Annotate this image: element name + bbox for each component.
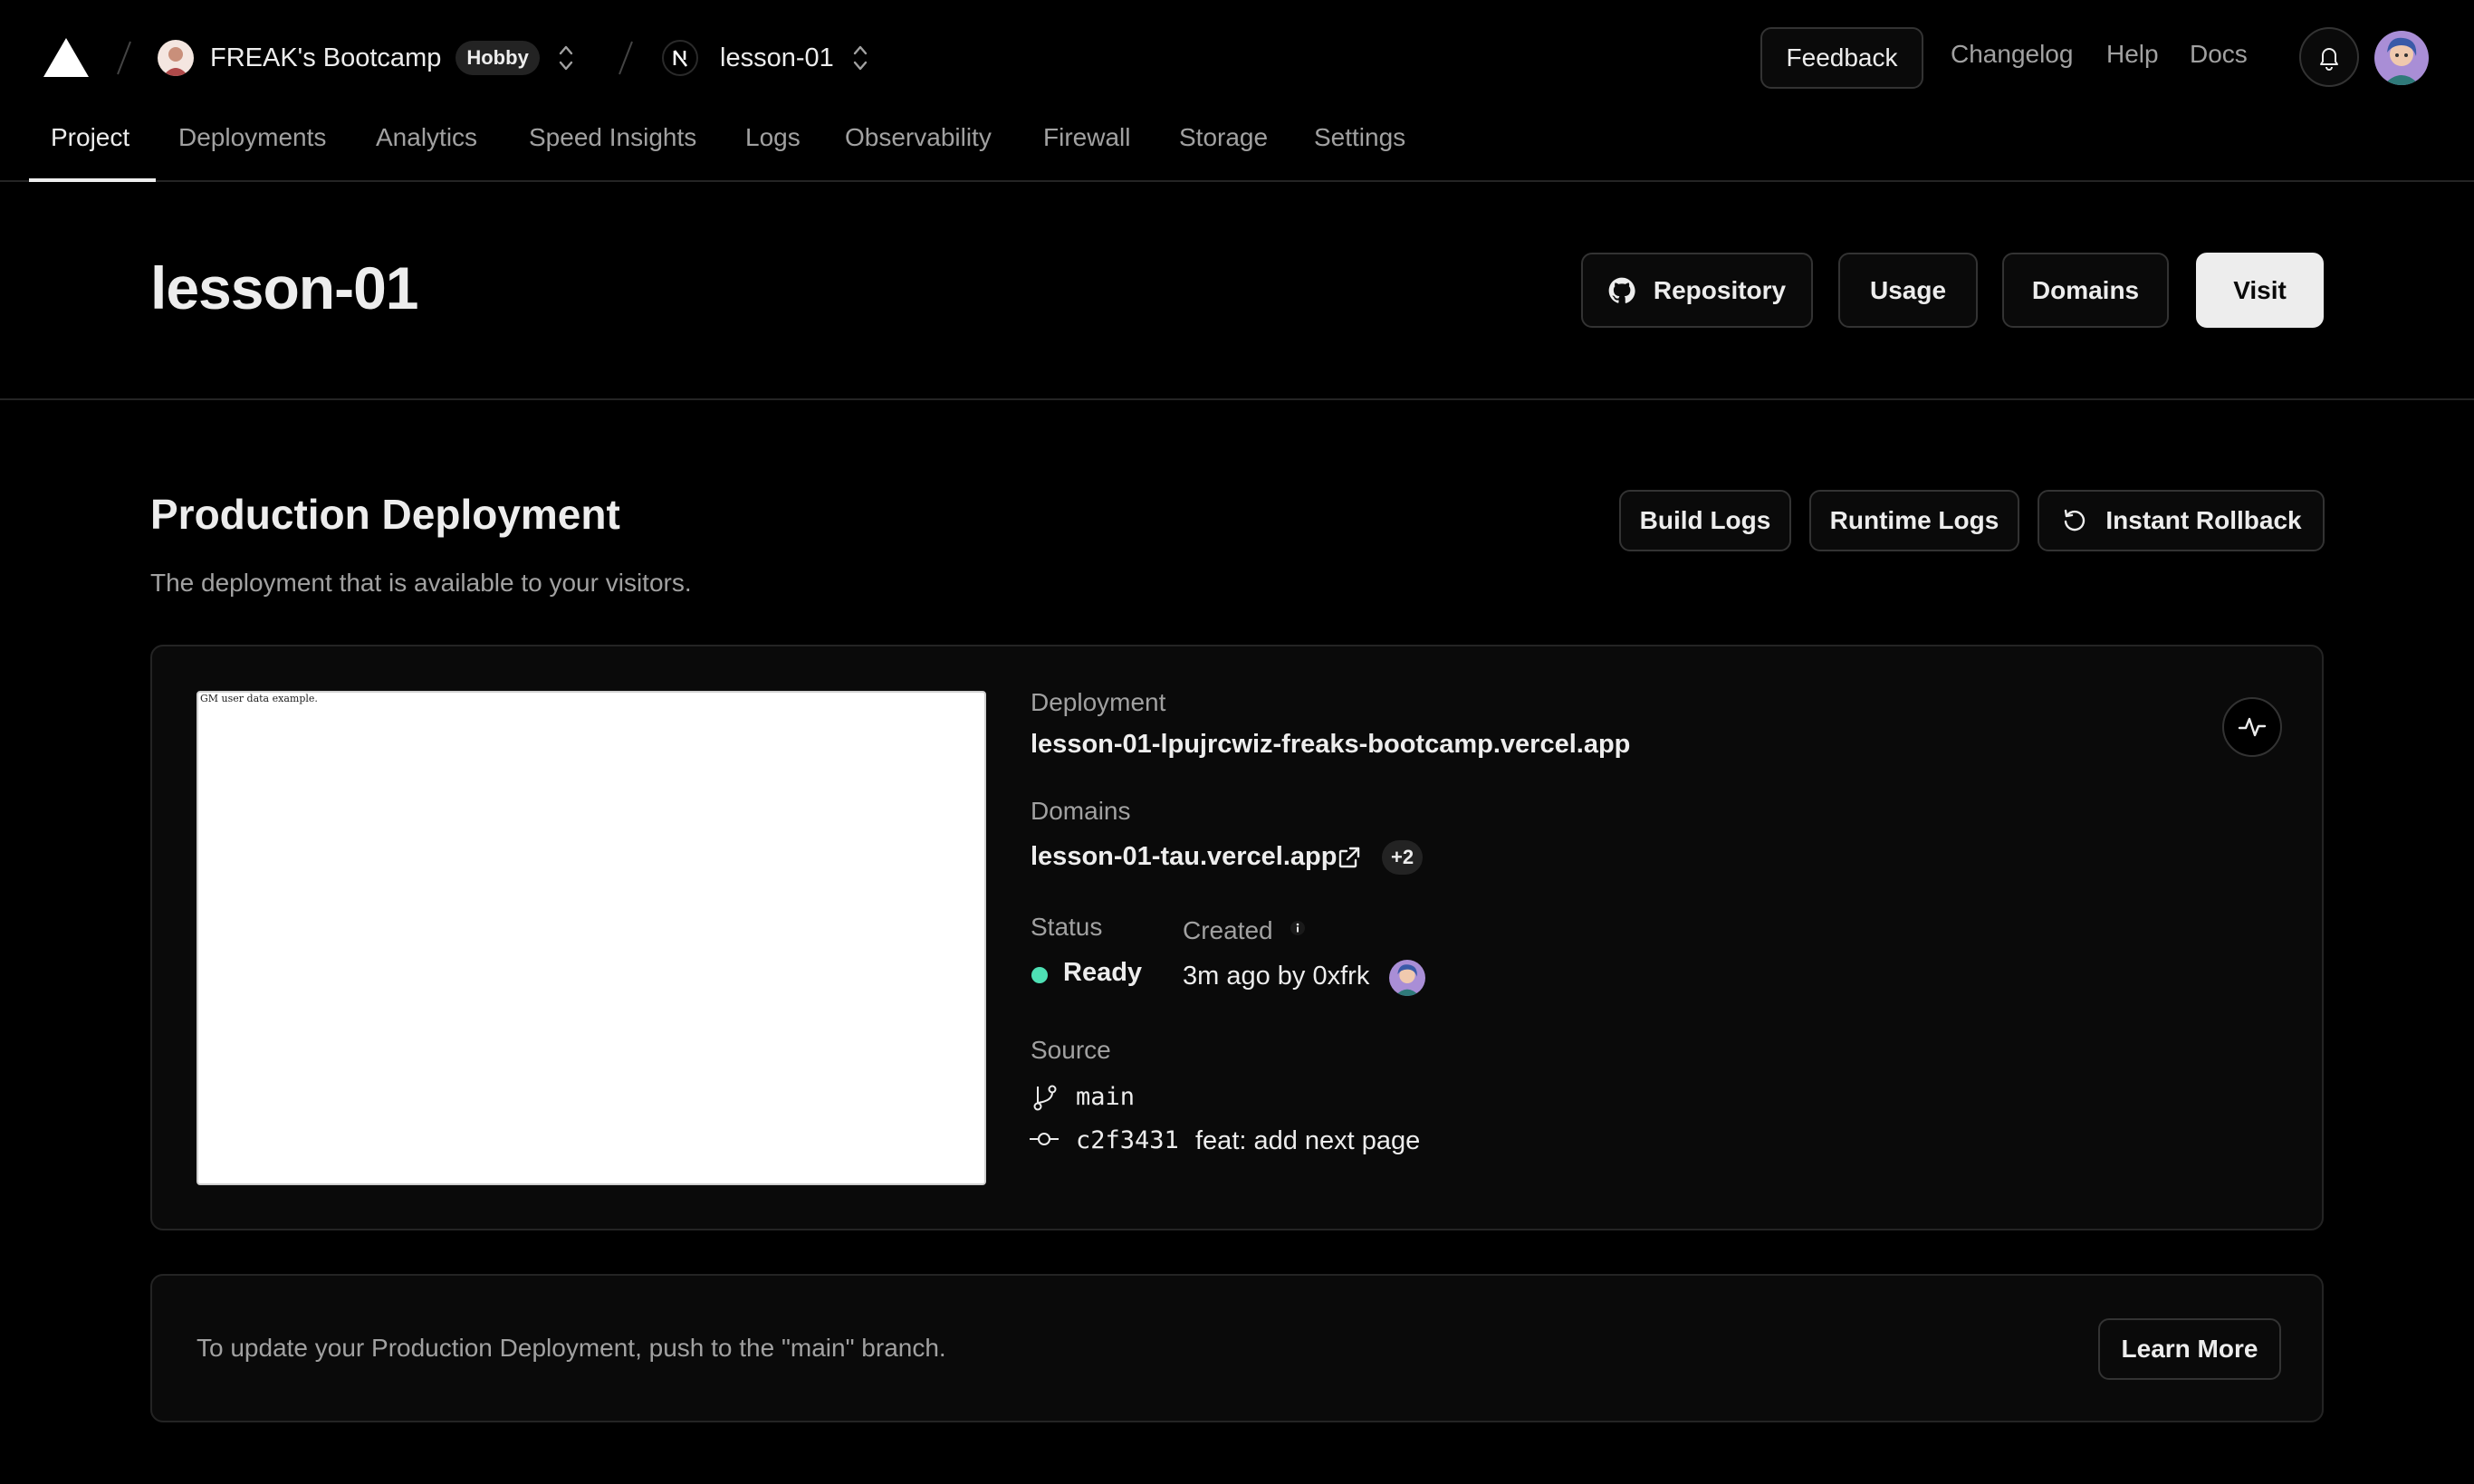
tab-deployments[interactable]: Deployments [178,123,326,152]
domains-label: Domains [1031,797,1131,825]
team-name: FREAK's Bootcamp [210,43,442,72]
chevron-up-down-icon[interactable] [556,43,576,73]
page-title: lesson-01 [150,254,418,321]
top-navigation-bar: FREAK's Bootcamp Hobby lesson-01 Feedbac… [0,0,2474,114]
created-value: 3m ago by 0xfrk [1183,962,1370,991]
repository-button[interactable]: Repository [1581,253,1813,328]
bell-icon [2320,48,2338,71]
active-tab-indicator [29,178,156,182]
tab-analytics[interactable]: Analytics [376,123,477,152]
info-icon[interactable] [1290,920,1306,936]
project-name: lesson-01 [720,43,834,72]
docs-link[interactable]: Docs [2190,40,2248,69]
instant-rollback-button[interactable]: Instant Rollback [2038,490,2325,551]
deployment-preview[interactable]: GM user data example. [197,691,986,1185]
activity-pulse-icon [2238,717,2267,737]
runtime-logs-button[interactable]: Runtime Logs [1809,490,2019,551]
user-avatar[interactable] [2374,31,2429,85]
project-tabs: Project Deployments Analytics Speed Insi… [0,114,2474,182]
tab-speed-insights[interactable]: Speed Insights [529,123,696,152]
build-logs-button[interactable]: Build Logs [1619,490,1791,551]
breadcrumb-separator-icon [618,41,633,75]
vercel-logo-icon[interactable] [43,38,89,77]
tab-storage[interactable]: Storage [1179,123,1268,152]
tab-logs[interactable]: Logs [745,123,801,152]
created-label: Created [1183,916,1273,944]
git-branch-icon [1033,1085,1057,1111]
deployment-label: Deployment [1031,688,1166,716]
rollback-icon [2065,509,2086,531]
git-commit-icon [1030,1133,1059,1145]
external-link-icon[interactable] [1336,844,1363,871]
section-subtitle: The deployment that is available to your… [150,569,692,597]
domain-link[interactable]: lesson-01-tau.vercel.app [1031,842,1337,872]
author-avatar [1389,960,1425,996]
tab-observability[interactable]: Observability [845,123,992,152]
changelog-link[interactable]: Changelog [1951,40,2073,69]
commit-message[interactable]: feat: add next page [1195,1126,1420,1156]
team-avatar [158,40,194,76]
domains-button[interactable]: Domains [2002,253,2169,328]
tab-settings[interactable]: Settings [1314,123,1405,152]
notice-text: To update your Production Deployment, pu… [197,1334,946,1362]
usage-button[interactable]: Usage [1838,253,1978,328]
status-value: Ready [1063,958,1143,987]
help-link[interactable]: Help [2106,40,2159,69]
tab-project[interactable]: Project [51,123,129,152]
app-root: FREAK's Bootcamp Hobby lesson-01 Feedbac… [0,0,2474,1484]
notifications-button[interactable] [2299,27,2359,87]
more-domains-badge[interactable]: +2 [1382,840,1424,875]
tab-firewall[interactable]: Firewall [1043,123,1130,152]
chevron-up-down-icon[interactable] [850,43,870,73]
breadcrumb-separator-icon [117,41,131,75]
project-switcher[interactable]: lesson-01 [662,36,870,80]
branch-name[interactable]: main [1076,1083,1135,1111]
feedback-button[interactable]: Feedback [1760,27,1923,89]
repository-label: Repository [1653,275,1787,304]
deployment-url-link[interactable]: lesson-01-lpujrcwiz-freaks-bootcamp.verc… [1031,730,1630,760]
status-ready-dot [1031,967,1048,983]
preview-text: GM user data example. [200,693,318,704]
update-notice: To update your Production Deployment, pu… [150,1274,2324,1422]
visit-button[interactable]: Visit [2196,253,2324,328]
section-divider [0,398,2474,400]
github-icon [1608,277,1635,303]
commit-hash[interactable]: c2f3431 [1076,1126,1179,1154]
status-label: Status [1031,913,1103,941]
plan-badge: Hobby [455,41,540,75]
nextjs-icon [662,40,698,76]
activity-button[interactable] [2222,697,2282,757]
team-switcher[interactable]: FREAK's Bootcamp Hobby [158,36,576,80]
source-label: Source [1031,1036,1111,1064]
section-title: Production Deployment [150,491,620,538]
production-deployment-card: GM user data example. Deployment lesson-… [150,645,2324,1230]
rollback-label: Instant Rollback [2105,506,2302,534]
learn-more-button[interactable]: Learn More [2098,1318,2281,1380]
